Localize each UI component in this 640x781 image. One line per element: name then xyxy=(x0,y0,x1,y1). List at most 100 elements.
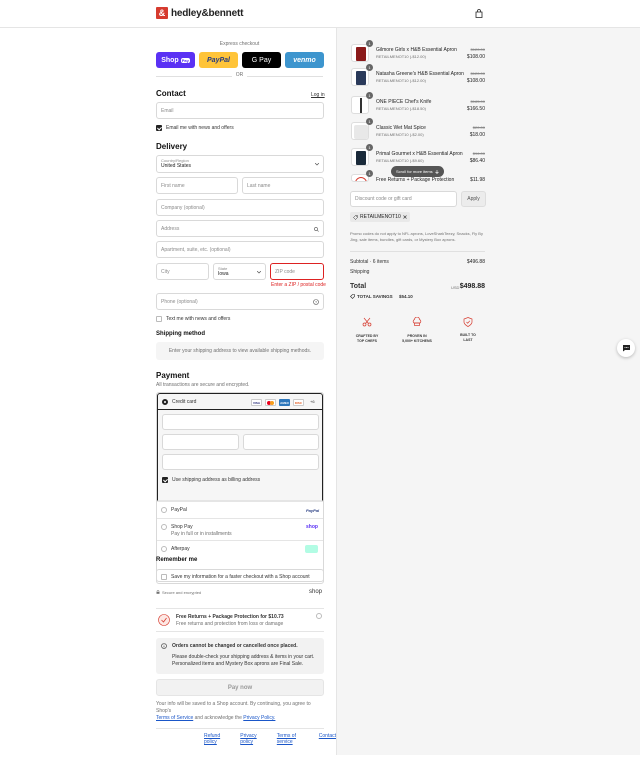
phone-field[interactable]: Phone (optional) ? xyxy=(156,293,324,310)
item-price: $11.98 xyxy=(470,177,485,183)
shop-pay-label: Shop xyxy=(161,56,179,64)
paypal-label: PayPal xyxy=(171,507,187,513)
phone-placeholder: Phone (optional) xyxy=(161,298,198,305)
terms-of-service-link[interactable]: Terms of Service xyxy=(156,715,193,721)
shipping-label: Shipping xyxy=(350,269,370,275)
paypal-option[interactable]: PayPal PayPal xyxy=(157,501,323,518)
name-on-card-field[interactable] xyxy=(162,454,319,470)
item-original-price: $20.00 xyxy=(472,125,485,130)
pay-now-button[interactable]: Pay now xyxy=(156,679,324,696)
afterpay-logo-icon xyxy=(305,545,318,553)
applied-code: RETAILMENOT10 xyxy=(360,214,401,220)
item-price: $86.40 xyxy=(469,158,485,164)
badge-line: BUILT TO xyxy=(460,333,476,337)
item-original-price: $185.00 xyxy=(470,99,485,104)
address-field[interactable]: Address xyxy=(156,220,324,237)
first-name-field[interactable]: First name xyxy=(156,177,238,194)
apartment-field[interactable]: Apartment, suite, etc. (optional) xyxy=(156,241,324,258)
city-field[interactable]: City xyxy=(156,263,209,280)
remember-checkbox[interactable] xyxy=(161,574,167,580)
item-name: Free Returns + Package Protection xyxy=(376,177,455,183)
notice-line2: Personalized items and Mystery Box apron… xyxy=(172,661,304,667)
notice-title: Orders cannot be changed or cancelled on… xyxy=(172,643,298,649)
shopping-bag-icon[interactable] xyxy=(475,9,483,18)
search-icon xyxy=(314,227,319,232)
item-original-price: $120.00 xyxy=(470,47,485,52)
shop-pay-option[interactable]: Shop Pay Pay in full or in installments … xyxy=(157,518,323,540)
shop-pay-button[interactable]: Shop Pay xyxy=(156,52,195,68)
lock-icon xyxy=(156,590,160,594)
security-code-field[interactable] xyxy=(243,434,319,450)
help-circle-icon[interactable]: ? xyxy=(313,299,319,305)
paypal-button[interactable]: PayPal xyxy=(199,52,238,68)
item-image xyxy=(351,122,369,140)
text-news-checkbox[interactable] xyxy=(156,316,162,322)
shipping-method-message: Enter your shipping address to view avai… xyxy=(156,342,324,360)
afterpay-radio[interactable] xyxy=(161,546,167,552)
total-savings-label: TOTAL SAVINGS xyxy=(357,294,393,299)
country-select[interactable]: Country/Region United States xyxy=(156,155,324,173)
contact-link[interactable]: Contact xyxy=(319,733,336,745)
email-field[interactable]: Email xyxy=(156,102,324,119)
package-protection-icon xyxy=(158,614,170,626)
zip-field[interactable]: ZIP code xyxy=(270,263,324,280)
payment-methods: Credit card VISA AMEX DISC +6 Use shippi… xyxy=(156,392,324,582)
venmo-button[interactable]: venmo xyxy=(285,52,324,68)
protection-title: Free Returns + Package Protection for $1… xyxy=(176,614,284,620)
subtotal-value: $496.88 xyxy=(466,259,485,265)
item-qty-badge: 1 xyxy=(366,40,373,47)
item-discount-code: RETAILMENOT10 (-$9.60) xyxy=(376,158,424,163)
arrow-down-icon xyxy=(434,169,439,174)
afterpay-label: Afterpay xyxy=(171,546,190,552)
item-discount-code: RETAILMENOT10 (-$18.50) xyxy=(376,106,426,111)
apply-button[interactable]: Apply xyxy=(461,191,486,207)
billing-checkbox[interactable] xyxy=(162,477,168,483)
scroll-more-pill[interactable]: Scroll for more items xyxy=(391,166,444,177)
chat-icon xyxy=(622,345,630,352)
close-icon[interactable] xyxy=(403,215,407,219)
expiration-field[interactable] xyxy=(162,434,239,450)
more-cards-label: +6 xyxy=(310,399,315,404)
refund-policy-link[interactable]: Refund policy xyxy=(204,733,232,745)
total-savings-value: $54.10 xyxy=(399,294,413,299)
card-number-field[interactable] xyxy=(162,414,319,430)
company-field[interactable]: Company (optional) xyxy=(156,199,324,216)
news-checkbox[interactable] xyxy=(156,125,162,131)
last-name-field[interactable]: Last name xyxy=(242,177,324,194)
item-qty-badge: 1 xyxy=(366,92,373,99)
badge-line: CRAFTED BY xyxy=(355,334,379,338)
login-link[interactable]: Log in xyxy=(311,92,325,98)
state-select[interactable]: State Iowa xyxy=(213,263,266,280)
privacy-policy-link[interactable]: Privacy Policy. xyxy=(243,715,275,721)
chat-button[interactable] xyxy=(617,339,635,357)
item-qty-badge: 1 xyxy=(366,64,373,71)
shipping-method-title: Shipping method xyxy=(156,331,205,337)
discount-field[interactable]: Discount code or gift card xyxy=(350,191,457,207)
item-price: $108.00 xyxy=(466,54,485,60)
badge-label: CRAFTED BY TOP CHEFS xyxy=(351,334,383,343)
afterpay-option[interactable]: Afterpay xyxy=(157,540,323,557)
item-discount-code: RETAILMENOT10 (-$2.00) xyxy=(376,132,424,137)
privacy-policy-footer-link[interactable]: Privacy policy xyxy=(240,733,269,745)
google-pay-button[interactable]: G Pay xyxy=(242,52,281,68)
protection-option[interactable]: Free Returns + Package Protection for $1… xyxy=(156,608,324,632)
item-image xyxy=(351,96,369,114)
item-original-price: $120.00 xyxy=(470,71,485,76)
item-qty-badge: 1 xyxy=(366,118,373,125)
terms-of-service-footer-link[interactable]: Terms of service xyxy=(277,733,311,745)
shop-pay-radio[interactable] xyxy=(161,524,167,530)
badge-line: LAST xyxy=(463,337,473,342)
secure-label: Secure and encrypted xyxy=(162,590,202,595)
brand-name: hedley&bennett xyxy=(171,7,244,19)
terms-line: Your info will be saved to a Shop accoun… xyxy=(156,701,311,714)
item-name: Classic Wet Mat Spice xyxy=(376,125,426,131)
paypal-radio[interactable] xyxy=(161,507,167,513)
brand-logo[interactable]: & hedley&bennett xyxy=(156,7,243,19)
credit-card-option[interactable]: Credit card VISA AMEX DISC +6 xyxy=(157,393,323,410)
credit-card-radio[interactable] xyxy=(162,399,168,405)
order-summary: 1 Gilmore Girls x H&B Essential Apron RE… xyxy=(336,28,640,755)
item-image xyxy=(351,44,369,62)
protection-toggle[interactable] xyxy=(316,613,322,619)
remember-option[interactable]: Save my information for a faster checkou… xyxy=(156,569,324,584)
subtotal-label: Subtotal · 6 items xyxy=(350,259,389,265)
